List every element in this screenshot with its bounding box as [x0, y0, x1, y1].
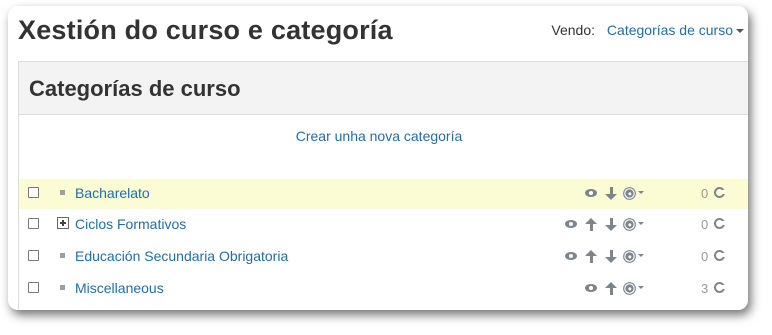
eye-icon[interactable]: [584, 186, 598, 200]
courses-icon: [714, 282, 726, 293]
panel-header: Categorías de curso: [19, 62, 748, 115]
viewing-value: Categorías de curso: [606, 22, 733, 38]
course-count: 0: [701, 217, 709, 232]
panel-title: Categorías de curso: [29, 76, 241, 101]
caret-down-icon: [638, 254, 644, 257]
courses-icon: [714, 250, 726, 261]
course-count: 0: [701, 249, 709, 264]
arrow-up-icon[interactable]: [584, 217, 598, 231]
arrow-down-icon[interactable]: [604, 249, 618, 263]
category-panel: Categorías de curso Crear unha nova cate…: [18, 61, 748, 310]
arrow-down-icon[interactable]: [604, 217, 618, 231]
course-count: 3: [701, 281, 709, 296]
gear-icon[interactable]: [622, 186, 636, 200]
caret-down-icon: [736, 29, 744, 34]
category-checkbox[interactable]: [28, 282, 39, 293]
gear-icon[interactable]: [622, 249, 636, 263]
category-row-bacharelato: Bacharelato 0: [19, 179, 748, 209]
viewing-label: Vendo:: [551, 22, 596, 38]
arrow-down-icon[interactable]: [604, 186, 618, 200]
gear-icon[interactable]: [622, 281, 636, 295]
eye-icon[interactable]: [564, 249, 578, 263]
category-name[interactable]: Educación Secundaria Obrigatoria: [75, 248, 288, 264]
category-name[interactable]: Bacharelato: [75, 185, 150, 201]
category-name[interactable]: Ciclos Formativos: [75, 216, 186, 232]
category-checkbox[interactable]: [28, 250, 39, 261]
management-frame: Xestión do curso e categoría Vendo: Cate…: [8, 6, 748, 310]
expand-icon[interactable]: [57, 217, 69, 229]
courses-icon: [714, 218, 726, 229]
bullet-icon: [60, 253, 65, 258]
caret-down-icon: [638, 286, 644, 289]
eye-icon[interactable]: [584, 281, 598, 295]
category-checkbox[interactable]: [28, 218, 39, 229]
caret-down-icon: [638, 191, 644, 194]
arrow-up-icon[interactable]: [584, 249, 598, 263]
viewing-selector: Vendo: Categorías de curso: [551, 22, 744, 38]
bullet-icon: [60, 285, 65, 290]
course-count: 0: [701, 186, 709, 201]
create-category-link[interactable]: Crear unha nova categoría: [19, 128, 739, 144]
bullet-icon: [60, 190, 65, 195]
page-title: Xestión do curso e categoría: [18, 15, 393, 45]
category-row-ciclos-formativos: Ciclos Formativos 0: [19, 210, 748, 240]
viewing-dropdown[interactable]: Categorías de curso: [607, 22, 744, 38]
courses-icon: [714, 187, 726, 198]
category-row-miscellaneous: Miscellaneous 3: [19, 274, 748, 304]
caret-down-icon: [638, 222, 644, 225]
gear-icon[interactable]: [622, 217, 636, 231]
arrow-up-icon[interactable]: [604, 281, 618, 295]
eye-icon[interactable]: [564, 217, 578, 231]
category-checkbox[interactable]: [28, 187, 39, 198]
category-name[interactable]: Miscellaneous: [75, 280, 164, 296]
category-row-educacion-secundaria: Educación Secundaria Obrigatoria 0: [19, 242, 748, 272]
